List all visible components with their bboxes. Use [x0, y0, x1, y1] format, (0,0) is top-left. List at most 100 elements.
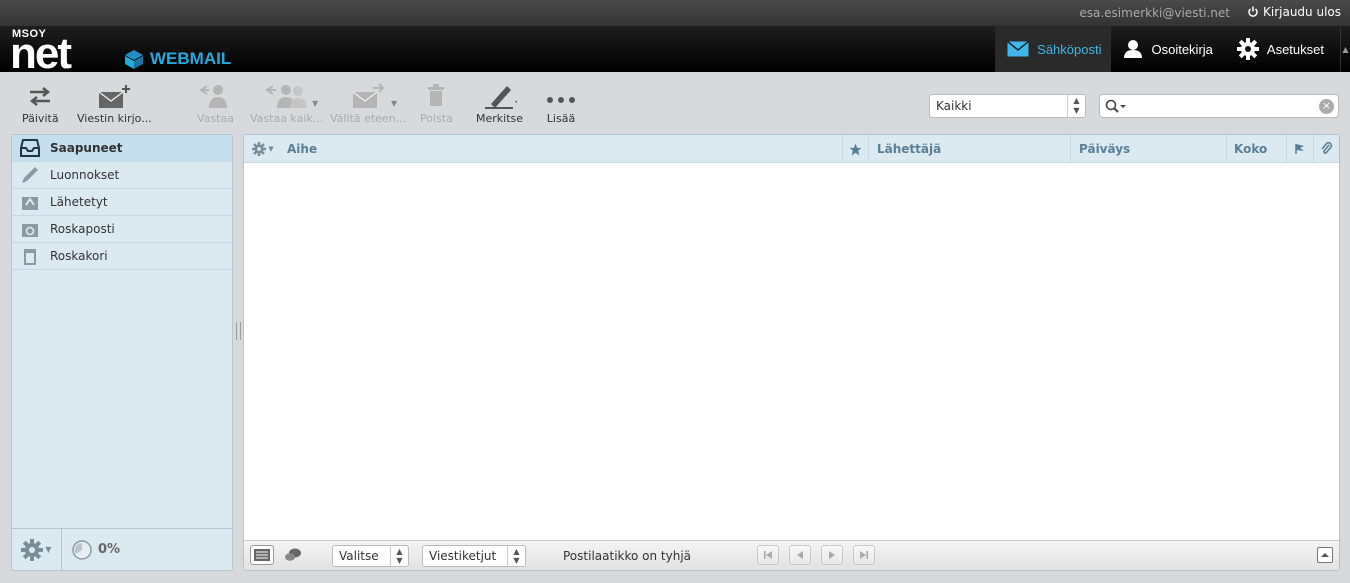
folder-sent[interactable]: Lähetetyt — [12, 189, 232, 216]
nav-tab-email[interactable]: Sähköposti — [995, 26, 1112, 72]
product-label: WEBMAIL — [150, 49, 232, 68]
chevron-down-icon: ▼ — [45, 545, 52, 554]
gear-icon — [21, 538, 44, 561]
list-header: ▼ Aihe Lähettäjä Päiväys Koko — [244, 135, 1339, 163]
previous-page-button[interactable] — [789, 545, 811, 565]
nav-collapse-button[interactable]: ▲ — [1340, 26, 1350, 72]
message-list: ▼ Aihe Lähettäjä Päiväys Koko Valitse ▲ … — [243, 134, 1340, 571]
list-view-icon — [254, 549, 270, 561]
delete-button[interactable]: Poista — [420, 82, 453, 125]
column-from[interactable]: Lähettäjä — [868, 135, 1070, 163]
mark-button[interactable]: Merkitse — [476, 82, 523, 125]
refresh-arrows-icon — [30, 87, 51, 106]
junk-icon — [22, 224, 38, 237]
compose-button[interactable]: Viestin kirjo... — [77, 82, 152, 125]
forward-label: Välitä eteen... — [330, 112, 407, 125]
clear-search-icon[interactable]: × — [1319, 99, 1334, 114]
first-page-icon — [764, 551, 772, 559]
paperclip-icon — [1320, 142, 1332, 154]
mailbox-status: Postilaatikko on tyhjä — [563, 549, 692, 563]
forward-dropdown[interactable]: ▼ — [391, 99, 397, 108]
folder-drafts[interactable]: Luonnokset — [12, 162, 232, 189]
folder-junk[interactable]: Roskaposti — [12, 216, 232, 243]
column-subject-label: Aihe — [287, 142, 318, 156]
folder-label: Lähetetyt — [50, 195, 108, 209]
quota-indicator: 0% — [62, 539, 121, 560]
delete-label: Poista — [420, 112, 453, 125]
pencil-icon — [22, 167, 38, 183]
select-arrows-icon: ▲ ▼ — [507, 546, 525, 566]
quota-value: 0% — [98, 542, 121, 557]
list-view-button[interactable] — [250, 545, 274, 565]
nav-tab-addressbook-label: Osoitekirja — [1151, 41, 1213, 57]
filter-select[interactable]: Kaikki ▲ ▼ — [929, 94, 1086, 118]
last-page-icon — [860, 551, 868, 559]
quota-pie-icon — [72, 539, 92, 560]
inbox-icon — [20, 139, 40, 157]
select-arrows-icon: ▲ ▼ — [390, 546, 408, 566]
reply-all-label: Vastaa kaik... — [250, 112, 324, 125]
marker-pen-icon — [484, 86, 517, 109]
header: MSOY net WEBMAIL Sähköposti Osoitekirja … — [0, 26, 1350, 76]
person-icon — [1124, 40, 1143, 58]
trash-icon — [428, 84, 445, 106]
product-name: WEBMAIL — [123, 48, 231, 70]
more-button[interactable]: Lisää — [546, 82, 576, 125]
logout-label: Kirjaudu ulos — [1263, 5, 1341, 19]
folder-label: Luonnokset — [50, 168, 120, 182]
gear-icon — [252, 142, 267, 156]
column-attachment[interactable] — [1313, 135, 1339, 163]
reply-button[interactable]: Vastaa — [197, 82, 234, 125]
refresh-button[interactable]: Päivitä — [22, 82, 59, 125]
reply-all-dropdown[interactable]: ▼ — [312, 99, 318, 108]
threads-toggle-button[interactable] — [284, 547, 302, 566]
folder-trash[interactable]: Roskakori — [12, 243, 232, 270]
column-date[interactable]: Päiväys — [1070, 135, 1226, 163]
nav-tab-settings[interactable]: Asetukset — [1225, 26, 1340, 72]
search-input[interactable]: × — [1099, 94, 1339, 118]
column-size[interactable]: Koko — [1226, 135, 1286, 163]
logout-button[interactable]: Kirjaudu ulos — [1247, 5, 1341, 19]
folder-options-button[interactable]: ▼ — [12, 528, 62, 571]
envelope-icon — [1007, 41, 1030, 57]
nav-tab-settings-label: Asetukset — [1266, 41, 1324, 57]
cube-icon — [125, 50, 143, 69]
select-dropdown[interactable]: Valitse ▲ ▼ — [332, 545, 409, 567]
reply-all-icon — [264, 85, 307, 108]
compose-label: Viestin kirjo... — [77, 112, 152, 125]
forward-icon — [352, 83, 385, 108]
sidebar-footer: ▼ 0% — [12, 528, 232, 571]
column-subject[interactable]: Aihe — [282, 135, 842, 163]
more-label: Lisää — [546, 112, 576, 125]
folder-list: Saapuneet Luonnokset Lähetetyt Roskapost… — [11, 134, 233, 571]
list-options-button[interactable]: ▼ — [244, 135, 282, 163]
folder-inbox[interactable]: Saapuneet — [12, 135, 232, 162]
nav-tab-addressbook[interactable]: Osoitekirja — [1111, 26, 1224, 72]
threads-dropdown-label: Viestiketjut — [429, 549, 497, 563]
pane-splitter[interactable] — [236, 322, 241, 340]
next-page-button[interactable] — [821, 545, 843, 565]
reply-label: Vastaa — [197, 112, 234, 125]
column-flag-star[interactable] — [842, 135, 868, 163]
next-page-icon — [829, 551, 835, 559]
gear-icon — [1236, 38, 1259, 60]
speech-bubbles-icon — [285, 548, 301, 561]
folder-label: Roskakori — [50, 249, 108, 263]
flag-icon — [1295, 144, 1304, 154]
preview-toggle-button[interactable] — [1317, 547, 1333, 563]
first-page-button[interactable] — [757, 545, 779, 565]
search-icon[interactable] — [1105, 99, 1127, 116]
last-page-button[interactable] — [853, 545, 875, 565]
threads-dropdown[interactable]: Viestiketjut ▲ ▼ — [422, 545, 526, 567]
select-dropdown-label: Valitse — [339, 549, 379, 563]
user-email: esa.esimerkki@viesti.net — [1079, 6, 1230, 20]
sent-icon — [22, 197, 38, 210]
compose-envelope-icon — [98, 85, 131, 108]
star-icon — [849, 143, 862, 155]
mark-label: Merkitse — [476, 112, 524, 125]
column-flag[interactable] — [1286, 135, 1313, 163]
select-arrows-icon: ▲ ▼ — [1067, 95, 1085, 117]
top-bar: esa.esimerkki@viesti.net Kirjaudu ulos — [0, 0, 1350, 26]
column-from-label: Lähettäjä — [877, 142, 942, 156]
folder-label: Saapuneet — [50, 141, 123, 155]
